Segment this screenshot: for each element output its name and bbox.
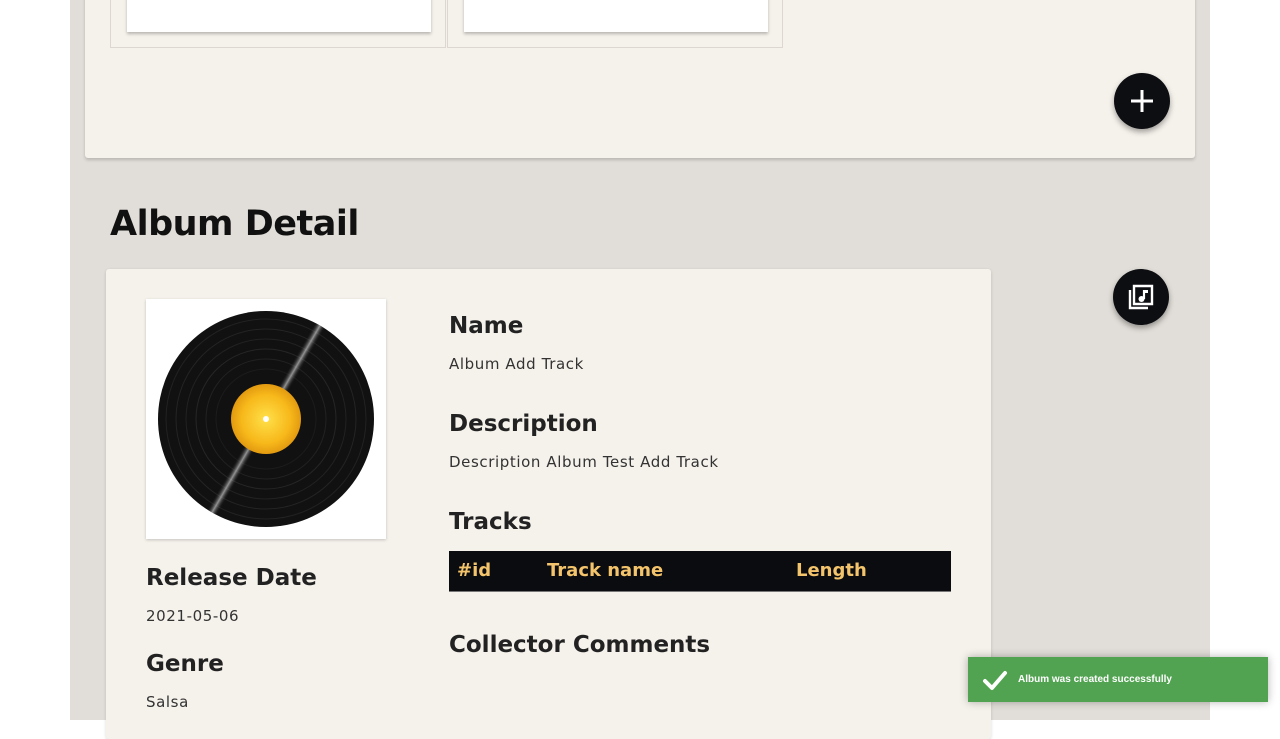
music-library-icon <box>1128 284 1154 310</box>
album-cover <box>146 299 386 539</box>
album-card[interactable] <box>464 0 768 32</box>
toast-message: Album was created successfully <box>1018 674 1172 685</box>
description-value: Description Album Test Add Track <box>449 453 719 471</box>
column-header-track-name: Track name <box>547 560 664 581</box>
name-value: Album Add Track <box>449 355 584 373</box>
description-label: Description <box>449 411 598 437</box>
release-date-value: 2021-05-06 <box>146 607 240 625</box>
collector-comments-label: Collector Comments <box>449 632 711 658</box>
checkmark-icon <box>983 670 1007 690</box>
genre-label: Genre <box>146 651 224 677</box>
column-header-length: Length <box>796 560 867 581</box>
column-header-id: #id <box>457 560 492 581</box>
vinyl-record-image <box>158 311 374 527</box>
tracks-table-header: #id Track name Length <box>449 551 951 592</box>
release-date-label: Release Date <box>146 565 317 591</box>
name-label: Name <box>449 313 524 339</box>
plus-icon <box>1131 90 1153 112</box>
page-title: Album Detail <box>110 204 359 244</box>
album-card[interactable] <box>127 0 431 32</box>
add-track-button[interactable] <box>1113 269 1169 325</box>
genre-value: Salsa <box>146 693 189 711</box>
success-toast[interactable]: Album was created successfully <box>968 657 1268 702</box>
add-album-button[interactable] <box>1114 73 1170 129</box>
tracks-label: Tracks <box>449 509 532 535</box>
